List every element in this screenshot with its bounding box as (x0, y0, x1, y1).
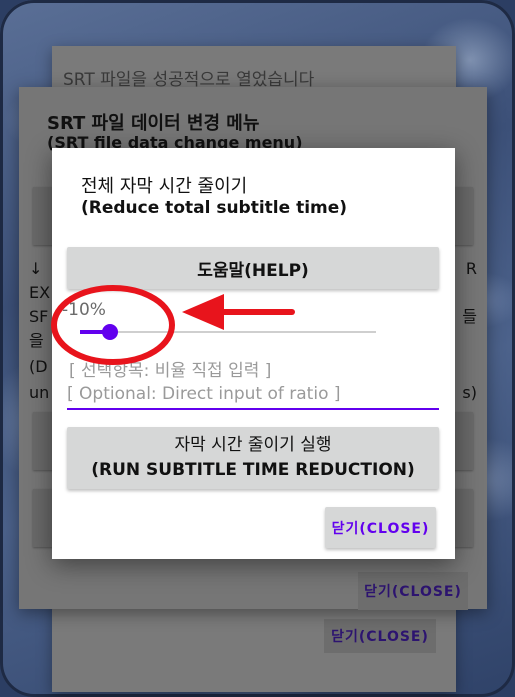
help-button[interactable]: 도움말(HELP) (67, 247, 439, 289)
menu-fragment-left: ↓ (29, 259, 43, 278)
reduce-time-dialog: 전체 자막 시간 줄이기 (Reduce total subtitle time… (52, 148, 455, 559)
background-close-button-2[interactable]: 닫기(CLOSE) (324, 619, 436, 653)
menu-fragment-left: (D (29, 357, 48, 376)
ratio-value-label: -10% (62, 300, 106, 320)
menu-fragment-left: un (29, 383, 50, 402)
menu-fragment-left: 을 (29, 331, 44, 350)
slider-thumb[interactable] (102, 324, 118, 340)
optional-ratio-label: [ 선택항목: 비율 직접 입력 ] (69, 361, 272, 381)
menu-fragment-right: s) (462, 383, 477, 402)
menu-fragment-left: EX (29, 283, 51, 302)
menu-fragment-right: 들 (462, 307, 477, 326)
menu-title-ko: SRT 파일 데이터 변경 메뉴 (47, 113, 260, 134)
run-label-ko: 자막 시간 줄이기 실행 (174, 435, 332, 455)
menu-fragment-left: SF (29, 307, 49, 326)
dialog-title-en: (Reduce total subtitle time) (81, 198, 348, 218)
background-close-button-1[interactable]: 닫기(CLOSE) (358, 572, 468, 610)
close-button[interactable]: 닫기(CLOSE) (325, 507, 436, 548)
slider-track (80, 331, 376, 333)
run-label-en: (RUN SUBTITLE TIME REDUCTION) (91, 460, 415, 480)
ratio-input[interactable] (67, 380, 439, 410)
dialog-title-ko: 전체 자막 시간 줄이기 (81, 176, 248, 197)
ratio-slider[interactable] (80, 324, 376, 340)
menu-fragment-right: R (465, 259, 477, 278)
run-reduction-button[interactable]: 자막 시간 줄이기 실행 (RUN SUBTITLE TIME REDUCTIO… (67, 427, 439, 489)
